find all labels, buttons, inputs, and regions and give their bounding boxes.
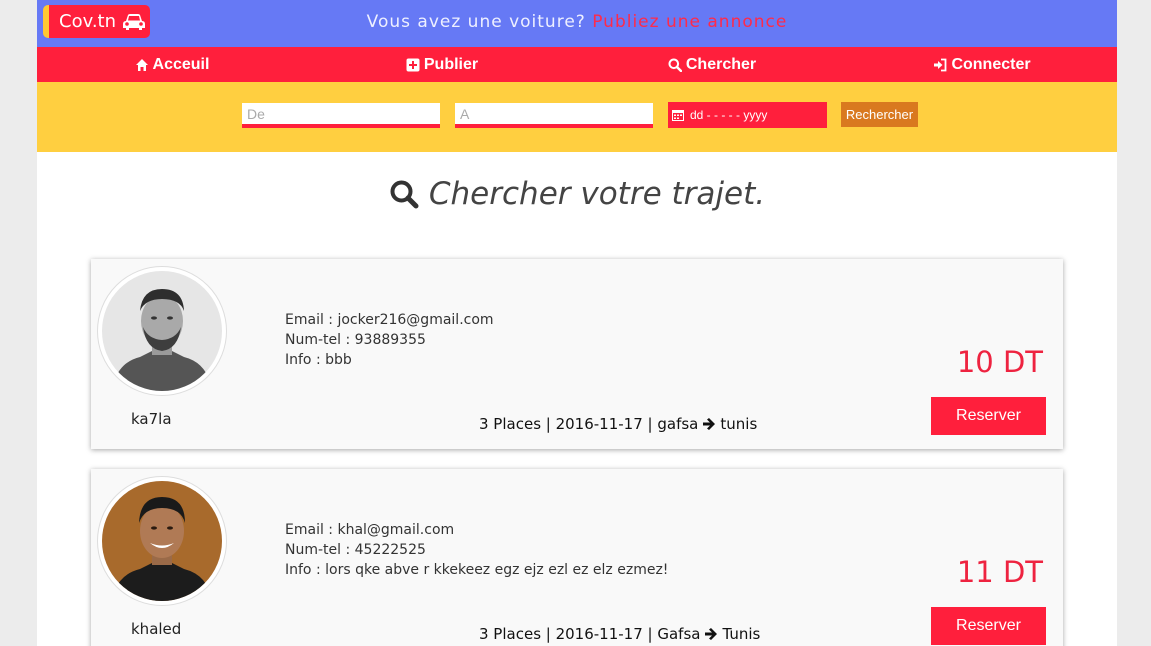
ride-card: ka7la Email : jocker216@gmail.com Num-te… xyxy=(91,259,1063,449)
promo-text: Vous avez une voiture? Publiez une annon… xyxy=(37,12,1117,32)
avatar xyxy=(102,271,222,391)
driver-info: Email : khal@gmail.com Num-tel : 4522252… xyxy=(285,520,668,580)
nav-label: Publier xyxy=(423,55,479,73)
email-line: Email : jocker216@gmail.com xyxy=(285,312,494,328)
nav-item-search[interactable]: Chercher xyxy=(577,47,847,82)
sign-in-icon xyxy=(934,58,947,71)
nav-label: Chercher xyxy=(685,55,757,73)
reserve-button[interactable]: Reserver xyxy=(931,397,1046,435)
avatar-frame xyxy=(97,476,227,606)
home-icon xyxy=(135,58,148,71)
avatar-frame xyxy=(97,266,227,396)
calendar-icon xyxy=(672,110,684,121)
search-icon xyxy=(390,180,419,209)
phone-line: Num-tel : 93889355 xyxy=(285,332,426,348)
info-line: Info : bbb xyxy=(285,352,352,368)
phone-line: Num-tel : 45222525 xyxy=(285,542,426,558)
page-heading: Chercher votre trajet. xyxy=(37,176,1117,212)
trip-summary: 3 Places | 2016-11-17 | Gafsa Tunis xyxy=(479,625,760,643)
to-input[interactable] xyxy=(455,103,653,128)
nav-item-connect[interactable]: Connecter xyxy=(847,47,1117,82)
avatar xyxy=(102,481,222,601)
driver-info: Email : jocker216@gmail.com Num-tel : 93… xyxy=(285,310,494,370)
nav-item-publish[interactable]: Publier xyxy=(307,47,577,82)
search-icon xyxy=(668,58,682,72)
trip-summary: 3 Places | 2016-11-17 | gafsa tunis xyxy=(479,415,757,433)
promo-question: Vous avez une voiture? xyxy=(366,12,586,32)
arrow-right-icon xyxy=(705,628,718,640)
main-nav: Acceuil Publier Chercher Connecter xyxy=(37,47,1117,82)
driver-name: khaled xyxy=(131,620,182,638)
trip-details: 3 Places | 2016-11-17 | Gafsa xyxy=(479,625,701,643)
search-bar: dd - - - - - yyyy Rechercher xyxy=(37,82,1117,152)
price: 10 DT xyxy=(956,345,1043,379)
nav-item-home[interactable]: Acceuil xyxy=(37,47,307,82)
date-input[interactable]: dd - - - - - yyyy xyxy=(668,102,827,128)
nav-label: Acceuil xyxy=(152,55,210,73)
publish-ad-link[interactable]: Publiez une annonce xyxy=(592,12,787,32)
info-line: Info : lors qke abve r kkekeez egz ejz e… xyxy=(285,562,669,578)
plus-square-icon xyxy=(406,58,420,71)
driver-name: ka7la xyxy=(131,410,172,428)
nav-label: Connecter xyxy=(951,55,1031,73)
top-banner: Cov.tn Vous avez une voiture? Publiez un… xyxy=(37,0,1117,47)
trip-destination: Tunis xyxy=(722,625,761,643)
ride-card: khaled Email : khal@gmail.com Num-tel : … xyxy=(91,469,1063,646)
arrow-right-icon xyxy=(703,418,716,430)
search-button[interactable]: Rechercher xyxy=(841,102,918,127)
price: 11 DT xyxy=(956,555,1043,589)
trip-destination: tunis xyxy=(720,415,758,433)
page: Cov.tn Vous avez une voiture? Publiez un… xyxy=(37,0,1117,646)
reserve-button[interactable]: Reserver xyxy=(931,607,1046,645)
from-input[interactable] xyxy=(242,103,440,128)
date-placeholder: dd - - - - - yyyy xyxy=(690,108,768,122)
email-line: Email : khal@gmail.com xyxy=(285,522,455,538)
page-title: Chercher votre trajet. xyxy=(428,176,766,212)
trip-details: 3 Places | 2016-11-17 | gafsa xyxy=(479,415,699,433)
